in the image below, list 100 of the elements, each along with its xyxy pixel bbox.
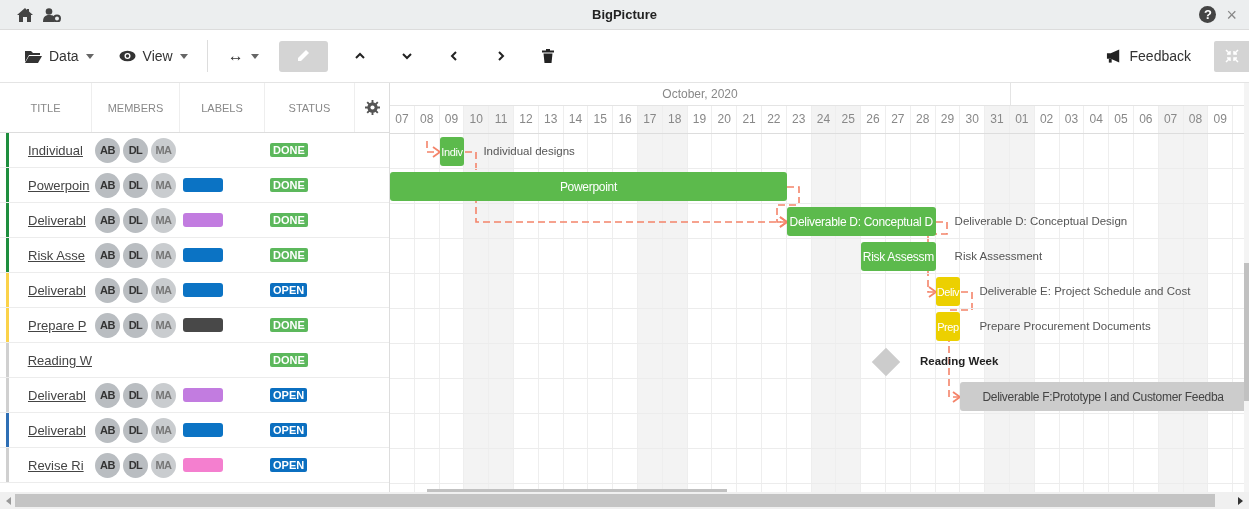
- day-label: 18: [662, 106, 688, 133]
- member-avatar: DL: [123, 417, 148, 443]
- day-label: 15: [588, 106, 614, 133]
- chevron-left-icon: [448, 51, 459, 61]
- day-label: 19: [687, 106, 713, 133]
- eye-icon: [118, 50, 136, 62]
- chevron-up-icon: [354, 51, 365, 61]
- day-label: 09: [1208, 106, 1234, 133]
- user-gear-icon: [43, 7, 61, 22]
- member-avatar: DL: [123, 242, 148, 268]
- column-header: STATUS: [265, 83, 355, 132]
- caret-icon: [250, 53, 259, 59]
- status-badge: DONE: [270, 178, 308, 192]
- day-label: 13: [538, 106, 564, 133]
- member-avatar: DL: [123, 172, 148, 198]
- day-label: 04: [1084, 106, 1110, 133]
- day-label: 28: [910, 106, 936, 133]
- day-label: 16: [613, 106, 638, 133]
- member-avatar: DL: [123, 452, 148, 478]
- day-label: 20: [712, 106, 738, 133]
- scroll-right-icon: [1238, 496, 1243, 505]
- day-label: 05: [1109, 106, 1134, 133]
- day-label: 06: [1133, 106, 1159, 133]
- task-title-link[interactable]: Prepare P: [28, 317, 87, 333]
- day-label: 08: [1183, 106, 1209, 133]
- status-badge: DONE: [270, 353, 308, 367]
- task-title-link[interactable]: Deliverabl: [28, 212, 86, 228]
- day-label: 03: [1059, 106, 1085, 133]
- scrollbar-thumb[interactable]: [15, 494, 1215, 507]
- day-label: 31: [985, 106, 1010, 133]
- status-badge: DONE: [270, 318, 308, 332]
- task-label: Prepare Procurement Documents: [979, 319, 1151, 334]
- chevron-down-icon: [401, 51, 412, 61]
- column-header: MEMBERS: [92, 83, 180, 132]
- member-avatar: AB: [95, 207, 120, 233]
- dependency-arrow: [426, 140, 442, 158]
- task-label: Risk Assessment: [954, 249, 1043, 264]
- home-icon: [17, 7, 33, 22]
- day-label: 08: [414, 106, 440, 133]
- member-avatar: DL: [123, 312, 148, 338]
- day-label: 17: [637, 106, 663, 133]
- menu-button[interactable]: Data: [24, 42, 94, 70]
- arrange-menu-button[interactable]: ↔: [227, 41, 259, 71]
- window-title: BigPicture: [592, 7, 657, 22]
- task-title-link[interactable]: Reading W: [27, 352, 92, 368]
- member-avatar: AB: [95, 382, 120, 408]
- member-avatar: DL: [123, 207, 148, 233]
- day-label: 22: [761, 106, 787, 133]
- status-badge: OPEN: [270, 458, 308, 472]
- task-title-link[interactable]: Deliverabl: [28, 282, 86, 298]
- member-avatar: AB: [95, 137, 120, 163]
- day-label: 07: [1158, 106, 1184, 133]
- member-avatar: MA: [151, 312, 176, 338]
- member-avatar: MA: [151, 207, 176, 233]
- month-label: October, 2020: [390, 83, 1011, 105]
- member-avatar: DL: [123, 137, 148, 163]
- status-badge: OPEN: [270, 423, 308, 437]
- task-bar[interactable]: Deliverable F:Prototype I and Customer Feedba: [960, 382, 1244, 411]
- member-avatar: AB: [95, 312, 120, 338]
- menu-button[interactable]: View: [118, 42, 188, 70]
- member-avatar: MA: [151, 452, 176, 478]
- member-avatar: MA: [151, 137, 176, 163]
- member-avatar: MA: [151, 172, 176, 198]
- milestone-label: Reading Week: [920, 354, 999, 369]
- day-label: 25: [836, 106, 862, 133]
- settings-icon[interactable]: [364, 100, 380, 115]
- day-label: 01: [1009, 106, 1035, 133]
- day-label: 02: [1034, 106, 1060, 133]
- task-title-link[interactable]: Deliverabl: [28, 422, 86, 438]
- day-label: 26: [861, 106, 886, 133]
- pencil-icon: [296, 49, 311, 63]
- feedback-button[interactable]: Feedback: [1105, 42, 1191, 70]
- member-avatar: AB: [95, 452, 120, 478]
- day-label: 21: [737, 106, 762, 133]
- task-label: Deliverable E: Project Schedule and Cost: [979, 284, 1191, 299]
- column-header: TITLE: [0, 83, 92, 132]
- caret-icon: [179, 53, 188, 59]
- help-button[interactable]: ?: [1199, 6, 1217, 23]
- scrollbar-thumb[interactable]: [1244, 263, 1249, 401]
- task-label: Individual designs: [483, 144, 575, 159]
- task-title-link[interactable]: Deliverabl: [28, 387, 86, 403]
- task-title-link[interactable]: Revise Ri: [28, 457, 84, 473]
- scrollbar-thumb[interactable]: [427, 489, 727, 492]
- status-badge: OPEN: [270, 283, 308, 297]
- status-badge: DONE: [270, 248, 308, 262]
- member-avatar: AB: [95, 277, 120, 303]
- folder-icon: [24, 49, 42, 63]
- member-avatar: AB: [95, 417, 120, 443]
- member-avatar: DL: [123, 277, 148, 303]
- trash-icon: [541, 49, 554, 63]
- column-header: LABELS: [180, 83, 265, 132]
- task-title-link[interactable]: Individual: [28, 142, 83, 158]
- task-title-link[interactable]: Risk Asse: [28, 247, 86, 263]
- member-avatar: AB: [95, 242, 120, 268]
- member-avatar: AB: [95, 172, 120, 198]
- day-label: 07: [390, 106, 415, 133]
- task-title-link[interactable]: Powerpoin: [28, 177, 90, 193]
- chevron-right-icon: [495, 51, 506, 61]
- caret-icon: [85, 53, 94, 59]
- member-avatar: MA: [151, 242, 176, 268]
